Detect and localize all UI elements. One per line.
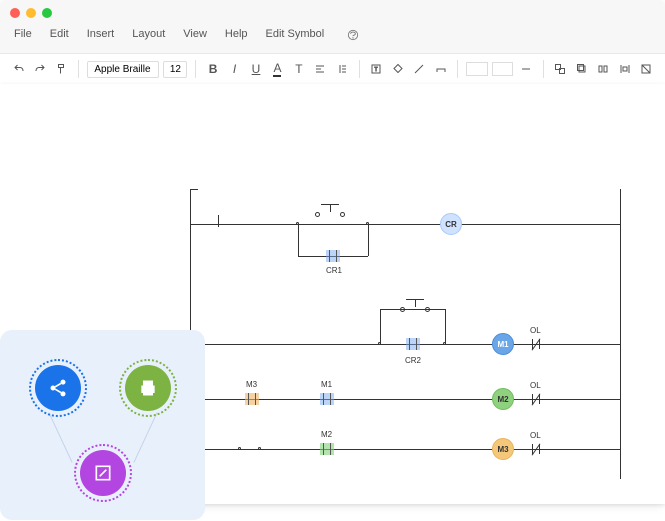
connector-line: [133, 412, 157, 462]
minimize-icon[interactable]: [26, 8, 36, 18]
branch-2-top: [380, 309, 445, 310]
edit-icon: [93, 463, 113, 483]
branch-2-up-r: [445, 309, 446, 344]
coil-m1[interactable]: M1: [492, 333, 514, 355]
label-ol-2: OL: [530, 381, 541, 390]
spacing-icon[interactable]: [333, 60, 350, 78]
lock-icon[interactable]: [638, 60, 655, 78]
print-button[interactable]: [125, 365, 171, 411]
format-painter-icon[interactable]: [53, 60, 70, 78]
redo-icon[interactable]: [31, 60, 48, 78]
separator: [195, 60, 196, 78]
text-style-icon[interactable]: T: [290, 60, 307, 78]
line-icon[interactable]: [411, 60, 428, 78]
contact-cr1[interactable]: [326, 250, 340, 262]
line-style-icon[interactable]: [517, 60, 534, 78]
share-icon: [48, 378, 68, 398]
separator: [543, 60, 544, 78]
font-select[interactable]: [87, 61, 159, 78]
menu-edit[interactable]: Edit: [50, 28, 69, 45]
rung-4: [190, 449, 620, 450]
switch-open[interactable]: [200, 219, 228, 229]
contact-cr2[interactable]: [406, 338, 420, 350]
distribute-icon[interactable]: [616, 60, 633, 78]
window-controls: [0, 0, 665, 26]
contact-m2[interactable]: [320, 443, 334, 455]
menu-help[interactable]: Help: [225, 28, 248, 45]
node-dot: [366, 222, 369, 225]
underline-icon[interactable]: U: [247, 60, 264, 78]
align-icon[interactable]: [312, 60, 329, 78]
coil-cr[interactable]: CR: [440, 213, 462, 235]
rung-1: [190, 224, 620, 225]
top-tick: [190, 189, 198, 190]
connector-line: [48, 412, 72, 462]
close-icon[interactable]: [10, 8, 20, 18]
align-objects-icon[interactable]: [595, 60, 612, 78]
text-box-icon[interactable]: T: [368, 60, 385, 78]
layer-icon[interactable]: [573, 60, 590, 78]
stroke-swatch[interactable]: [492, 62, 513, 76]
separator: [359, 60, 360, 78]
connector-icon[interactable]: [432, 60, 449, 78]
menu-bar: File Edit Insert Layout View Help Edit S…: [0, 26, 665, 53]
branch-1-down-r: [368, 224, 369, 256]
bold-icon[interactable]: B: [204, 60, 221, 78]
toolbar: B I U A T T: [0, 53, 665, 84]
label-cr2: CR2: [405, 356, 421, 365]
menu-layout[interactable]: Layout: [132, 28, 165, 45]
overload-contact-1[interactable]: [530, 339, 542, 349]
font-color-icon[interactable]: A: [269, 60, 286, 78]
menu-file[interactable]: File: [14, 28, 32, 45]
svg-text:T: T: [375, 67, 378, 73]
node-dot: [443, 342, 446, 345]
overload-contact-2[interactable]: [530, 394, 542, 404]
contact-m1[interactable]: [320, 393, 334, 405]
coil-m3[interactable]: M3: [492, 438, 514, 460]
label-m3-contact: M3: [246, 380, 257, 389]
node-dot: [258, 447, 261, 450]
label-ol-3: OL: [530, 431, 541, 440]
right-rail: [620, 189, 621, 479]
node-dot: [238, 447, 241, 450]
rung-2: [190, 344, 620, 345]
node-dot: [378, 342, 381, 345]
italic-icon[interactable]: I: [226, 60, 243, 78]
menu-view[interactable]: View: [183, 28, 207, 45]
pushbutton-1[interactable]: [315, 204, 345, 220]
branch-1-down-l: [298, 224, 299, 256]
label-m1-contact: M1: [321, 380, 332, 389]
ai-icon[interactable]: [346, 28, 360, 45]
separator: [78, 60, 79, 78]
fill-swatch[interactable]: [466, 62, 487, 76]
pushbutton-2[interactable]: [400, 299, 430, 315]
node-dot: [296, 222, 299, 225]
menu-edit-symbol[interactable]: Edit Symbol: [266, 28, 325, 45]
menu-insert[interactable]: Insert: [87, 28, 115, 45]
maximize-icon[interactable]: [42, 8, 52, 18]
branch-2-up-l: [380, 309, 381, 344]
fill-icon[interactable]: [389, 60, 406, 78]
share-button[interactable]: [35, 365, 81, 411]
undo-icon[interactable]: [10, 60, 27, 78]
coil-m2[interactable]: M2: [492, 388, 514, 410]
font-size-select[interactable]: [163, 61, 187, 78]
print-icon: [138, 378, 158, 398]
label-cr1: CR1: [326, 266, 342, 275]
action-panel: [0, 330, 205, 520]
label-ol-1: OL: [530, 326, 541, 335]
overload-contact-3[interactable]: [530, 444, 542, 454]
edit-button[interactable]: [80, 450, 126, 496]
group-icon[interactable]: [552, 60, 569, 78]
label-m2-contact: M2: [321, 430, 332, 439]
separator: [457, 60, 458, 78]
contact-m3[interactable]: [245, 393, 259, 405]
